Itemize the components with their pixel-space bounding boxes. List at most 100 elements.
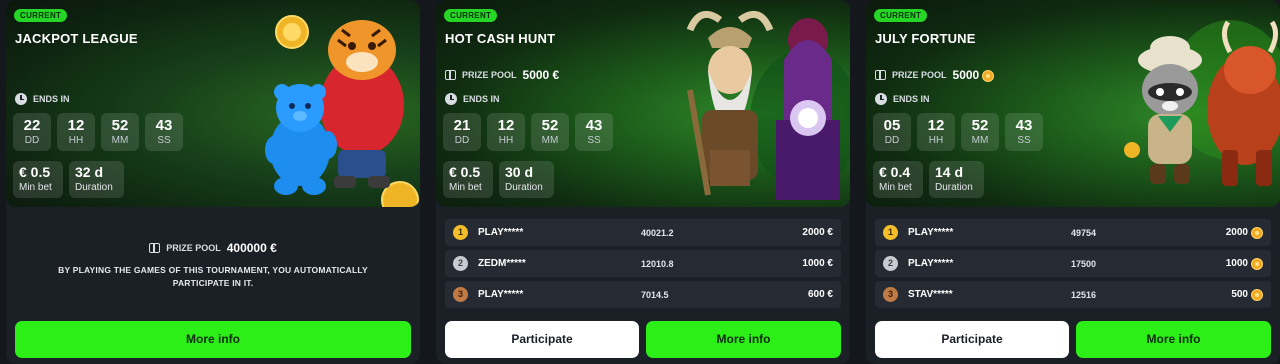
bronze-medal-icon: 3	[883, 287, 898, 302]
timer-hours: 12 HH	[57, 113, 95, 151]
timer-seconds: 43 SS	[575, 113, 613, 151]
coin-icon	[1251, 257, 1263, 270]
leaderboard-row: 2 PLAY***** 17500 1000	[875, 250, 1271, 277]
duration-box: 32 d Duration	[69, 161, 124, 198]
tournament-hero: CURRENT HOT CASH HUNT PRIZE POOL 5000 € …	[436, 0, 850, 207]
more-info-button[interactable]: More info	[15, 321, 411, 358]
tournament-title: HOT CASH HUNT	[445, 31, 556, 46]
timer-days: 21 DD	[443, 113, 481, 151]
status-badge: CURRENT	[874, 9, 928, 22]
player-score: 17500	[1071, 258, 1097, 269]
status-badge: CURRENT	[14, 9, 68, 22]
tournament-card-july-fortune: CURRENT JULY FORTUNE PRIZE POOL 5000 END…	[866, 0, 1280, 364]
leaderboard: 1 PLAY***** 40021.2 2000 € 2 ZEDM***** 1…	[445, 219, 841, 312]
participate-button[interactable]: Participate	[875, 321, 1069, 358]
prize-pool-row: PRIZE POOL 5000 €	[445, 68, 559, 82]
more-info-button[interactable]: More info	[646, 321, 841, 358]
player-name: ZEDM*****	[478, 258, 526, 269]
ends-in-row: ENDS IN	[15, 93, 70, 105]
tournament-stats: € 0.5 Min bet 30 d Duration	[443, 161, 554, 198]
player-name: PLAY*****	[478, 289, 524, 300]
min-bet-box: € 0.4 Min bet	[873, 161, 923, 198]
leaderboard-row: 3 STAV***** 12516 500	[875, 281, 1271, 308]
player-prize: 600 €	[807, 289, 833, 300]
clock-icon	[15, 93, 27, 105]
prize-pool-value: 400000 €	[226, 241, 277, 255]
countdown-timer: 21 DD 12 HH 52 MM 43 SS	[443, 113, 613, 151]
leaderboard-row: 3 PLAY***** 7014.5 600 €	[445, 281, 841, 308]
prize-pool-label: PRIZE POOL	[462, 70, 517, 80]
player-score: 40021.2	[641, 227, 674, 238]
player-prize: 500	[1231, 288, 1263, 301]
player-prize: 2000 €	[802, 227, 833, 238]
player-score: 12516	[1071, 289, 1097, 300]
leaderboard-row: 1 PLAY***** 40021.2 2000 €	[445, 219, 841, 246]
player-score: 12010.8	[641, 258, 674, 269]
raccoon-explorer-icon	[1124, 20, 1280, 186]
player-name: PLAY*****	[908, 227, 954, 238]
duration-box: 14 d Duration	[929, 161, 984, 198]
prize-pool-value: 5000 €	[522, 68, 560, 82]
tournament-title: JULY FORTUNE	[875, 31, 976, 46]
prize-pool-value: 5000	[953, 68, 995, 82]
duration-box: 30 d Duration	[499, 161, 554, 198]
min-bet-box: € 0.5 Min bet	[13, 161, 63, 198]
leaderboard-row: 1 PLAY***** 49754 2000	[875, 219, 1271, 246]
player-name: PLAY*****	[478, 227, 524, 238]
timer-seconds: 43 SS	[145, 113, 183, 151]
participate-button[interactable]: Participate	[445, 321, 639, 358]
player-name: PLAY*****	[908, 258, 954, 269]
countdown-timer: 22 DD 12 HH 52 MM 43 SS	[13, 113, 183, 151]
coin-icon	[1251, 288, 1263, 301]
timer-minutes: 52 MM	[531, 113, 569, 151]
player-prize: 2000	[1226, 226, 1263, 239]
timer-seconds: 43 SS	[1005, 113, 1043, 151]
gift-icon	[149, 243, 161, 253]
tournament-title: JACKPOT LEAGUE	[15, 31, 138, 46]
player-score: 49754	[1071, 227, 1097, 238]
ends-in-label: ENDS IN	[33, 94, 70, 104]
tournament-card-hot-cash-hunt: CURRENT HOT CASH HUNT PRIZE POOL 5000 € …	[436, 0, 850, 364]
participation-info-text: BY PLAYING THE GAMES OF THIS TOURNAMENT,…	[58, 265, 368, 288]
more-info-button[interactable]: More info	[1076, 321, 1271, 358]
timer-minutes: 52 MM	[101, 113, 139, 151]
tournament-hero: CURRENT JACKPOT LEAGUE ENDS IN 22 DD 12 HH…	[6, 0, 420, 207]
viking-warrior-icon	[686, 10, 850, 200]
prize-pool-label: PRIZE POOL	[892, 70, 947, 80]
gold-medal-icon: 1	[453, 225, 468, 240]
ends-in-row: ENDS IN	[875, 93, 930, 105]
timer-hours: 12 HH	[917, 113, 955, 151]
clock-icon	[445, 93, 457, 105]
tournament-stats: € 0.4 Min bet 14 d Duration	[873, 161, 984, 198]
leaderboard-row: 2 ZEDM***** 12010.8 1000 €	[445, 250, 841, 277]
coin-icon	[1251, 226, 1263, 239]
clock-icon	[875, 93, 887, 105]
gift-icon	[445, 70, 456, 80]
timer-hours: 12 HH	[487, 113, 525, 151]
coin-icon	[982, 69, 995, 82]
tournament-card-jackpot-league: CURRENT JACKPOT LEAGUE ENDS IN 22 DD 12 HH…	[6, 0, 420, 364]
min-bet-box: € 0.5 Min bet	[443, 161, 493, 198]
timer-days: 22 DD	[13, 113, 51, 151]
prize-pool-row: PRIZE POOL 5000	[875, 68, 995, 82]
leaderboard: 1 PLAY***** 49754 2000 2 PLAY***** 17500…	[875, 219, 1271, 312]
ends-in-label: ENDS IN	[893, 94, 930, 104]
ends-in-row: ENDS IN	[445, 93, 500, 105]
prize-pool-label: PRIZE POOL	[166, 243, 221, 253]
silver-medal-icon: 2	[883, 256, 898, 271]
tiger-mascot-icon	[265, 15, 419, 207]
tournament-hero: CURRENT JULY FORTUNE PRIZE POOL 5000 END…	[866, 0, 1280, 207]
player-prize: 1000	[1226, 257, 1263, 270]
tournament-stats: € 0.5 Min bet 32 d Duration	[13, 161, 124, 198]
gold-medal-icon: 1	[883, 225, 898, 240]
prize-pool-row: PRIZE POOL 400000 €	[6, 241, 420, 255]
player-prize: 1000 €	[802, 258, 833, 269]
gift-icon	[875, 70, 886, 80]
ends-in-label: ENDS IN	[463, 94, 500, 104]
status-badge: CURRENT	[444, 9, 498, 22]
player-score: 7014.5	[641, 289, 669, 300]
player-name: STAV*****	[908, 289, 953, 300]
silver-medal-icon: 2	[453, 256, 468, 271]
timer-minutes: 52 MM	[961, 113, 999, 151]
timer-days: 05 DD	[873, 113, 911, 151]
